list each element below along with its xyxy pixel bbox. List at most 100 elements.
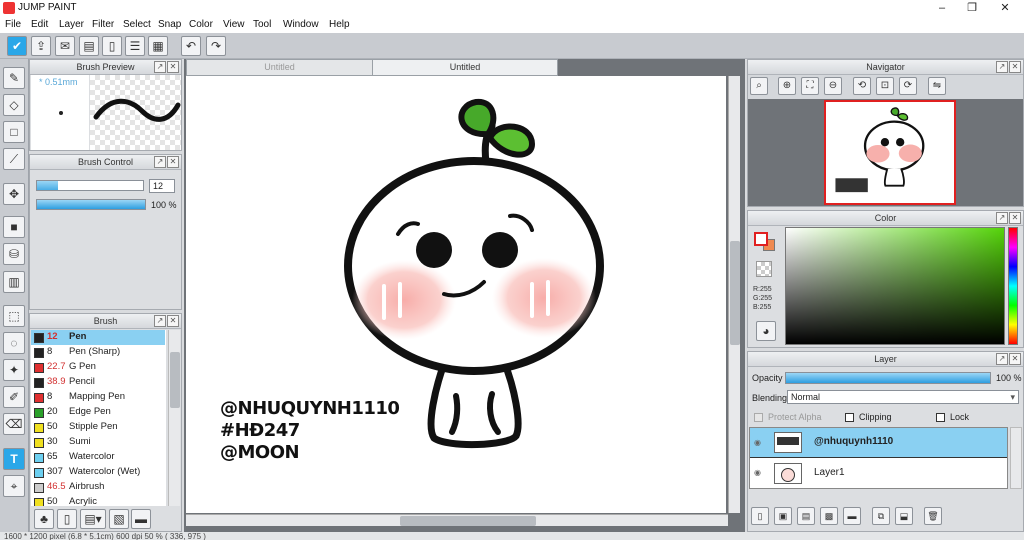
layer-row[interactable]: ◉ Layer1 bbox=[750, 459, 1007, 488]
rotate-right-icon[interactable]: ⟳ bbox=[899, 77, 917, 95]
new-vector-layer-icon[interactable]: ▣ bbox=[774, 507, 792, 525]
menu-color[interactable]: Color bbox=[189, 19, 213, 30]
undock-icon[interactable]: ↗ bbox=[154, 61, 166, 73]
select-pen-icon[interactable]: ✐ bbox=[3, 386, 25, 408]
shape-tool-icon[interactable]: □ bbox=[3, 121, 25, 143]
zoom-out-icon[interactable]: ⊖ bbox=[824, 77, 842, 95]
tab-untitled-2[interactable]: Untitled bbox=[372, 59, 558, 76]
panel-close-icon[interactable]: ✕ bbox=[167, 315, 179, 327]
page-icon[interactable]: ▯ bbox=[102, 36, 122, 56]
brush-size-slider[interactable] bbox=[36, 180, 144, 191]
panel-close-icon[interactable]: ✕ bbox=[1009, 212, 1021, 224]
brush-item[interactable]: 46.5 Airbrush bbox=[31, 480, 165, 496]
layer-visibility-icon[interactable]: ◉ bbox=[754, 468, 761, 477]
drawing-canvas[interactable]: @NHUQUYNH1110 #HĐ247 @MOON bbox=[186, 76, 726, 513]
menu-filter[interactable]: Filter bbox=[92, 19, 114, 30]
close-button[interactable]: ✕ bbox=[990, 0, 1020, 17]
panel-close-icon[interactable]: ✕ bbox=[167, 156, 179, 168]
new-layer-icon[interactable]: ▯ bbox=[751, 507, 769, 525]
brush-item[interactable]: 20 Edge Pen bbox=[31, 405, 165, 421]
reset-rotation-icon[interactable]: ⊡ bbox=[876, 77, 894, 95]
panel-close-icon[interactable]: ✕ bbox=[167, 61, 179, 73]
brush-item[interactable]: 22.7 G Pen bbox=[31, 360, 165, 376]
canvas-h-scrollbar[interactable] bbox=[186, 514, 728, 526]
palette-icon[interactable]: ◕ bbox=[756, 321, 776, 341]
hue-slider[interactable] bbox=[1008, 227, 1018, 345]
undock-icon[interactable]: ↗ bbox=[996, 61, 1008, 73]
lasso-select-icon[interactable]: ◌ bbox=[3, 332, 25, 354]
navigator-thumbnail[interactable] bbox=[824, 100, 956, 205]
brush-item[interactable]: 65 Watercolor bbox=[31, 450, 165, 466]
menu-file[interactable]: File bbox=[5, 19, 21, 30]
duplicate-layer-icon[interactable]: ⧉ bbox=[872, 507, 890, 525]
text-tool-icon[interactable]: T bbox=[3, 448, 25, 470]
gradient-tool-icon[interactable]: ▥ bbox=[3, 271, 25, 293]
menu-window[interactable]: Window bbox=[283, 19, 319, 30]
new-brush-icon[interactable]: ▯ bbox=[57, 509, 77, 529]
brush-folder-icon[interactable]: ▬ bbox=[131, 509, 151, 529]
share-icon[interactable]: ⇪ bbox=[31, 36, 51, 56]
brush-list-scrollbar[interactable] bbox=[168, 330, 180, 506]
brush-item[interactable]: 38.9 Pencil bbox=[31, 375, 165, 391]
layer-row-selected[interactable]: ◉ @nhuquynh1110 bbox=[750, 428, 1007, 458]
undo-icon[interactable]: ↶ bbox=[181, 36, 201, 56]
brush-opacity-slider[interactable] bbox=[36, 199, 146, 210]
tab-untitled-1[interactable]: Untitled bbox=[186, 59, 373, 76]
clipping-checkbox[interactable] bbox=[845, 413, 854, 422]
rotate-left-icon[interactable]: ⟲ bbox=[853, 77, 871, 95]
panel-close-icon[interactable]: ✕ bbox=[1009, 61, 1021, 73]
canvas-v-scrollbar[interactable] bbox=[728, 76, 740, 513]
brush-item[interactable]: 30 Sumi bbox=[31, 435, 165, 451]
settings-grid-icon[interactable]: ▦ bbox=[148, 36, 168, 56]
menu-edit[interactable]: Edit bbox=[31, 19, 48, 30]
merge-layer-icon[interactable]: ⬓ bbox=[895, 507, 913, 525]
eyedropper-tool-icon[interactable]: ⌖ bbox=[3, 475, 25, 497]
redo-icon[interactable]: ↷ bbox=[206, 36, 226, 56]
undock-icon[interactable]: ↗ bbox=[154, 315, 166, 327]
blending-select[interactable]: Normal ▾ bbox=[787, 390, 1019, 404]
zoom-fit-icon[interactable]: ⌕ bbox=[750, 77, 768, 95]
menu-layer[interactable]: Layer bbox=[59, 19, 84, 30]
brush-menu-icon[interactable]: ▤▾ bbox=[80, 509, 106, 529]
new-folder-icon[interactable]: ▬ bbox=[843, 507, 861, 525]
layer-list-scrollbar[interactable] bbox=[1010, 427, 1022, 489]
minimize-button[interactable]: – bbox=[927, 0, 957, 17]
flip-icon[interactable]: ⇋ bbox=[928, 77, 946, 95]
list-icon[interactable]: ☰ bbox=[125, 36, 145, 56]
eraser-tool-icon[interactable]: ◇ bbox=[3, 94, 25, 116]
brush-list-scroll-thumb[interactable] bbox=[170, 352, 180, 408]
menu-help[interactable]: Help bbox=[329, 19, 350, 30]
line-tool-icon[interactable]: ⟋ bbox=[3, 148, 25, 170]
text-box-icon[interactable]: ▤ bbox=[79, 36, 99, 56]
layer-visibility-icon[interactable]: ◉ bbox=[754, 438, 761, 447]
brush-item[interactable]: 50 Acrylic bbox=[31, 495, 165, 506]
undock-icon[interactable]: ↗ bbox=[154, 156, 166, 168]
bucket-tool-icon[interactable]: ⛁ bbox=[3, 243, 25, 265]
new-screentone-layer-icon[interactable]: ▩ bbox=[820, 507, 838, 525]
brush-item[interactable]: 8 Pen (Sharp) bbox=[31, 345, 165, 361]
color-picker-field[interactable] bbox=[785, 227, 1005, 345]
menu-view[interactable]: View bbox=[223, 19, 245, 30]
menu-select[interactable]: Select bbox=[123, 19, 151, 30]
canvas-h-scroll-thumb[interactable] bbox=[400, 516, 536, 526]
brush-tree-icon[interactable]: ♣ bbox=[34, 509, 54, 529]
canvas-v-scroll-thumb[interactable] bbox=[730, 241, 740, 345]
brush-item[interactable]: 12 Pen bbox=[31, 330, 165, 346]
actual-size-icon[interactable]: ⛶ bbox=[801, 77, 819, 95]
main-color-swatch[interactable] bbox=[754, 232, 768, 246]
delete-layer-icon[interactable]: 🗑 bbox=[924, 507, 942, 525]
brush-item[interactable]: 50 Stipple Pen bbox=[31, 420, 165, 436]
panel-close-icon[interactable]: ✕ bbox=[1009, 353, 1021, 365]
maximize-button[interactable]: ❐ bbox=[957, 0, 987, 17]
magic-wand-icon[interactable]: ✦ bbox=[3, 359, 25, 381]
protect-alpha-checkbox[interactable] bbox=[754, 413, 763, 422]
brush-item[interactable]: 8 Mapping Pen bbox=[31, 390, 165, 406]
brush-item[interactable]: 307 Watercolor (Wet) bbox=[31, 465, 165, 481]
new-text-layer-icon[interactable]: ▤ bbox=[797, 507, 815, 525]
menu-tool[interactable]: Tool bbox=[253, 19, 271, 30]
brush-settings-icon[interactable]: ▧ bbox=[109, 509, 129, 529]
fill-rect-tool-icon[interactable]: ■ bbox=[3, 216, 25, 238]
transparent-color-swatch[interactable] bbox=[756, 261, 772, 277]
lock-checkbox[interactable] bbox=[936, 413, 945, 422]
check-icon[interactable]: ✔ bbox=[7, 36, 27, 56]
